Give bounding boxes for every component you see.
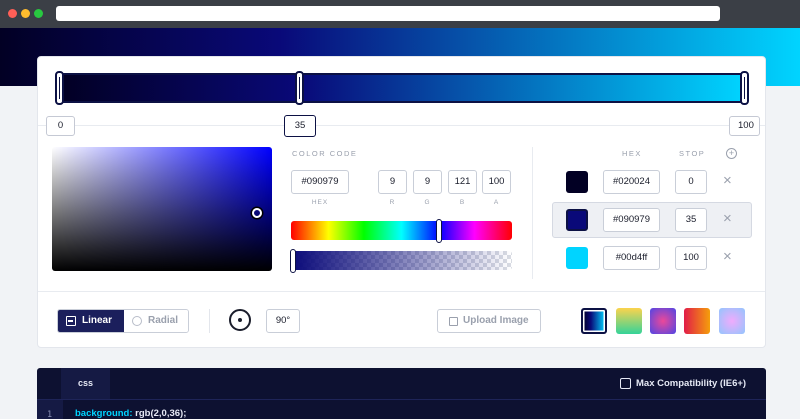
toolbar-divider — [38, 291, 765, 292]
panel-divider — [532, 147, 533, 279]
stop-position-input[interactable]: 35 — [675, 208, 707, 232]
hex-caption: HEX — [311, 199, 329, 206]
stop-position-input[interactable]: 100 — [675, 246, 707, 270]
window-maximize-dot[interactable] — [34, 9, 43, 18]
alpha-slider[interactable] — [291, 251, 512, 270]
radial-icon — [132, 316, 142, 326]
radial-label: Radial — [148, 315, 179, 326]
preset-gradient-swatch[interactable] — [616, 308, 642, 334]
green-input[interactable]: 9 — [413, 170, 442, 194]
upload-image-button[interactable]: Upload Image — [437, 309, 541, 333]
linear-icon — [66, 316, 76, 326]
gradient-preview-bar[interactable] — [60, 73, 746, 103]
stop-position-input[interactable]: 0 — [675, 170, 707, 194]
css-property: background: — [75, 408, 133, 419]
linear-label: Linear — [82, 315, 113, 326]
image-icon — [449, 317, 458, 326]
stops-stop-header: STOP — [679, 149, 706, 158]
stop-row[interactable]: #00d4ff 100 × — [552, 240, 752, 276]
stop-position-label[interactable]: 100 — [729, 116, 760, 136]
gradient-type-toggle: Linear Radial — [57, 309, 189, 333]
remove-stop-icon[interactable]: × — [723, 249, 732, 265]
radial-button[interactable]: Radial — [124, 310, 188, 332]
stop-row[interactable]: #020024 0 × — [552, 164, 752, 200]
alpha-caption: A — [493, 199, 500, 206]
css-output-panel: css Max Compatibility (IE6+) 1 backgroun… — [37, 368, 766, 419]
stop-hex-input[interactable]: #00d4ff — [603, 246, 660, 270]
browser-chrome — [0, 0, 800, 28]
remove-stop-icon[interactable]: × — [723, 211, 732, 227]
gradient-stop-handle-100[interactable] — [740, 71, 749, 105]
preset-gradient-swatch[interactable] — [719, 308, 745, 334]
address-bar[interactable] — [56, 6, 720, 21]
css-code-line[interactable]: background: rgb(2,0,36); — [75, 408, 186, 419]
stops-hex-header: HEX — [622, 149, 642, 158]
plus-circle-icon[interactable]: + — [726, 148, 737, 159]
alpha-slider-knob[interactable] — [290, 249, 296, 273]
window-minimize-dot[interactable] — [21, 9, 30, 18]
stop-color-swatch[interactable] — [566, 209, 588, 231]
preset-gradient-swatch[interactable] — [650, 308, 676, 334]
stop-color-swatch[interactable] — [566, 171, 588, 193]
line-number: 1 — [47, 410, 53, 419]
stops-divider — [38, 125, 765, 126]
hue-slider[interactable] — [291, 221, 512, 240]
color-code-label: COLOR CODE — [292, 149, 358, 158]
angle-dial-icon[interactable] — [229, 309, 251, 331]
green-caption: G — [424, 199, 431, 206]
preset-gradient-swatch[interactable] — [581, 308, 607, 334]
hue-slider-knob[interactable] — [436, 219, 442, 243]
alpha-input[interactable]: 100 — [482, 170, 511, 194]
window-close-dot[interactable] — [8, 9, 17, 18]
css-value: rgb(2,0,36); — [132, 408, 187, 419]
gradient-stop-handle-0[interactable] — [55, 71, 64, 105]
preset-gradient-swatch[interactable] — [684, 308, 710, 334]
hex-input[interactable]: #090979 — [291, 170, 349, 194]
stop-row-selected[interactable]: #090979 35 × — [552, 202, 752, 238]
stop-hex-input[interactable]: #020024 — [603, 170, 660, 194]
code-header-divider — [37, 399, 766, 400]
css-tab[interactable]: css — [61, 368, 110, 399]
upload-image-label: Upload Image — [463, 315, 529, 326]
red-caption: R — [389, 199, 396, 206]
gradient-stop-handle-35[interactable] — [295, 71, 304, 105]
checkbox-icon[interactable] — [620, 378, 631, 389]
saturation-value-picker[interactable] — [52, 147, 272, 271]
red-input[interactable]: 9 — [378, 170, 407, 194]
blue-caption: B — [459, 199, 466, 206]
stop-hex-input[interactable]: #090979 — [603, 208, 660, 232]
stop-color-swatch[interactable] — [566, 247, 588, 269]
max-compatibility-label: Max Compatibility (IE6+) — [636, 378, 747, 389]
stop-position-label[interactable]: 0 — [46, 116, 75, 136]
blue-input[interactable]: 121 — [448, 170, 477, 194]
angle-input[interactable]: 90° — [266, 309, 300, 333]
gradient-editor-card: 0 35 100 COLOR CODE #090979 9 9 121 100 … — [37, 56, 766, 348]
toolbar-separator — [209, 309, 210, 333]
saturation-value-knob[interactable] — [252, 208, 262, 218]
stop-position-label-active[interactable]: 35 — [284, 115, 316, 137]
linear-button[interactable]: Linear — [58, 310, 124, 332]
remove-stop-icon[interactable]: × — [723, 173, 732, 189]
